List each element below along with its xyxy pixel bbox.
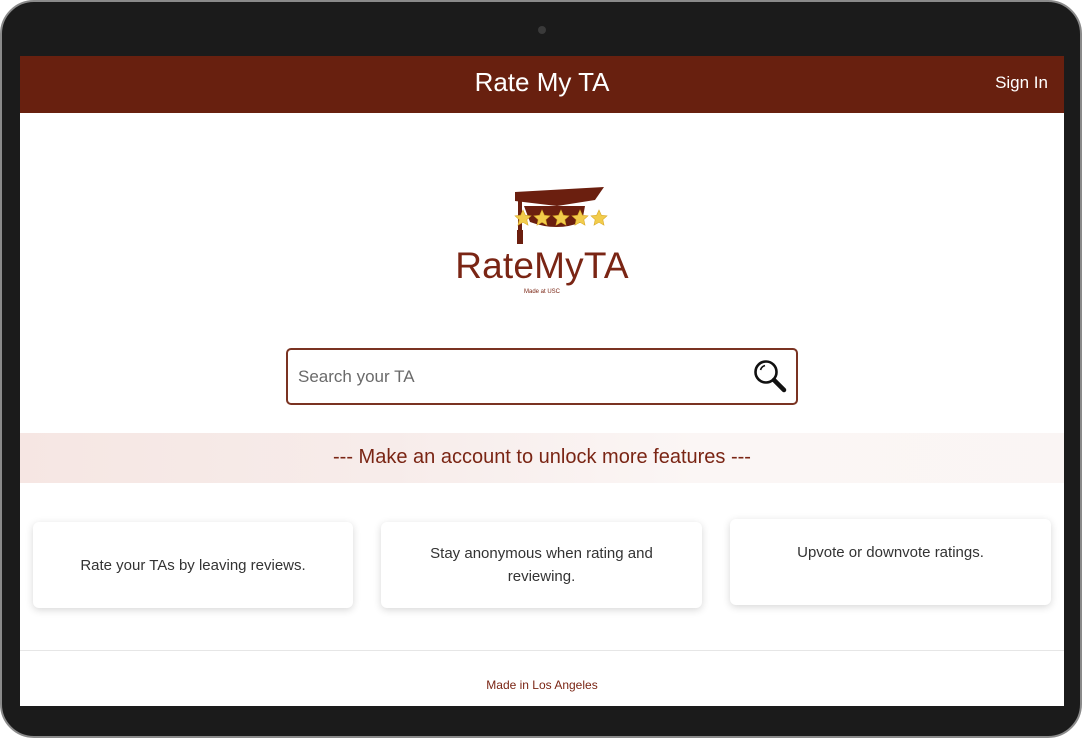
footer-text: Made in Los Angeles (486, 678, 598, 692)
sign-in-link[interactable]: Sign In (995, 73, 1048, 93)
footer-divider (20, 650, 1064, 651)
app-title: Rate My TA (474, 67, 610, 97)
search-input[interactable] (298, 350, 738, 403)
feature-card-anonymous: Stay anonymous when rating and reviewing… (381, 522, 702, 608)
feature-card-vote: Upvote or downvote ratings. (730, 519, 1051, 605)
app-screen: Rate My TA Sign In RateMyTA Made at USC … (20, 56, 1064, 706)
feature-card-text: Stay anonymous when rating and reviewing… (430, 545, 653, 585)
account-banner: --- Make an account to unlock more featu… (20, 433, 1064, 483)
graduation-cap-with-stars-icon (514, 187, 608, 244)
feature-card-text: Rate your TAs by leaving reviews. (80, 556, 306, 574)
feature-card-rate: Rate your TAs by leaving reviews. (33, 522, 353, 608)
logo-wordmark: RateMyTA (455, 245, 629, 286)
account-banner-text: --- Make an account to unlock more featu… (333, 446, 751, 468)
magnifying-glass-icon (754, 360, 787, 393)
logo: RateMyTA Made at USC (452, 184, 632, 300)
navbar: Rate My TA Sign In (20, 56, 1064, 113)
logo-subtext: Made at USC (523, 289, 560, 295)
feature-card-text: Upvote or downvote ratings. (797, 544, 984, 561)
camera-icon (538, 26, 546, 34)
search-box (286, 348, 798, 405)
device-frame: Rate My TA Sign In RateMyTA Made at USC … (0, 0, 1082, 738)
search-button[interactable] (752, 358, 788, 394)
